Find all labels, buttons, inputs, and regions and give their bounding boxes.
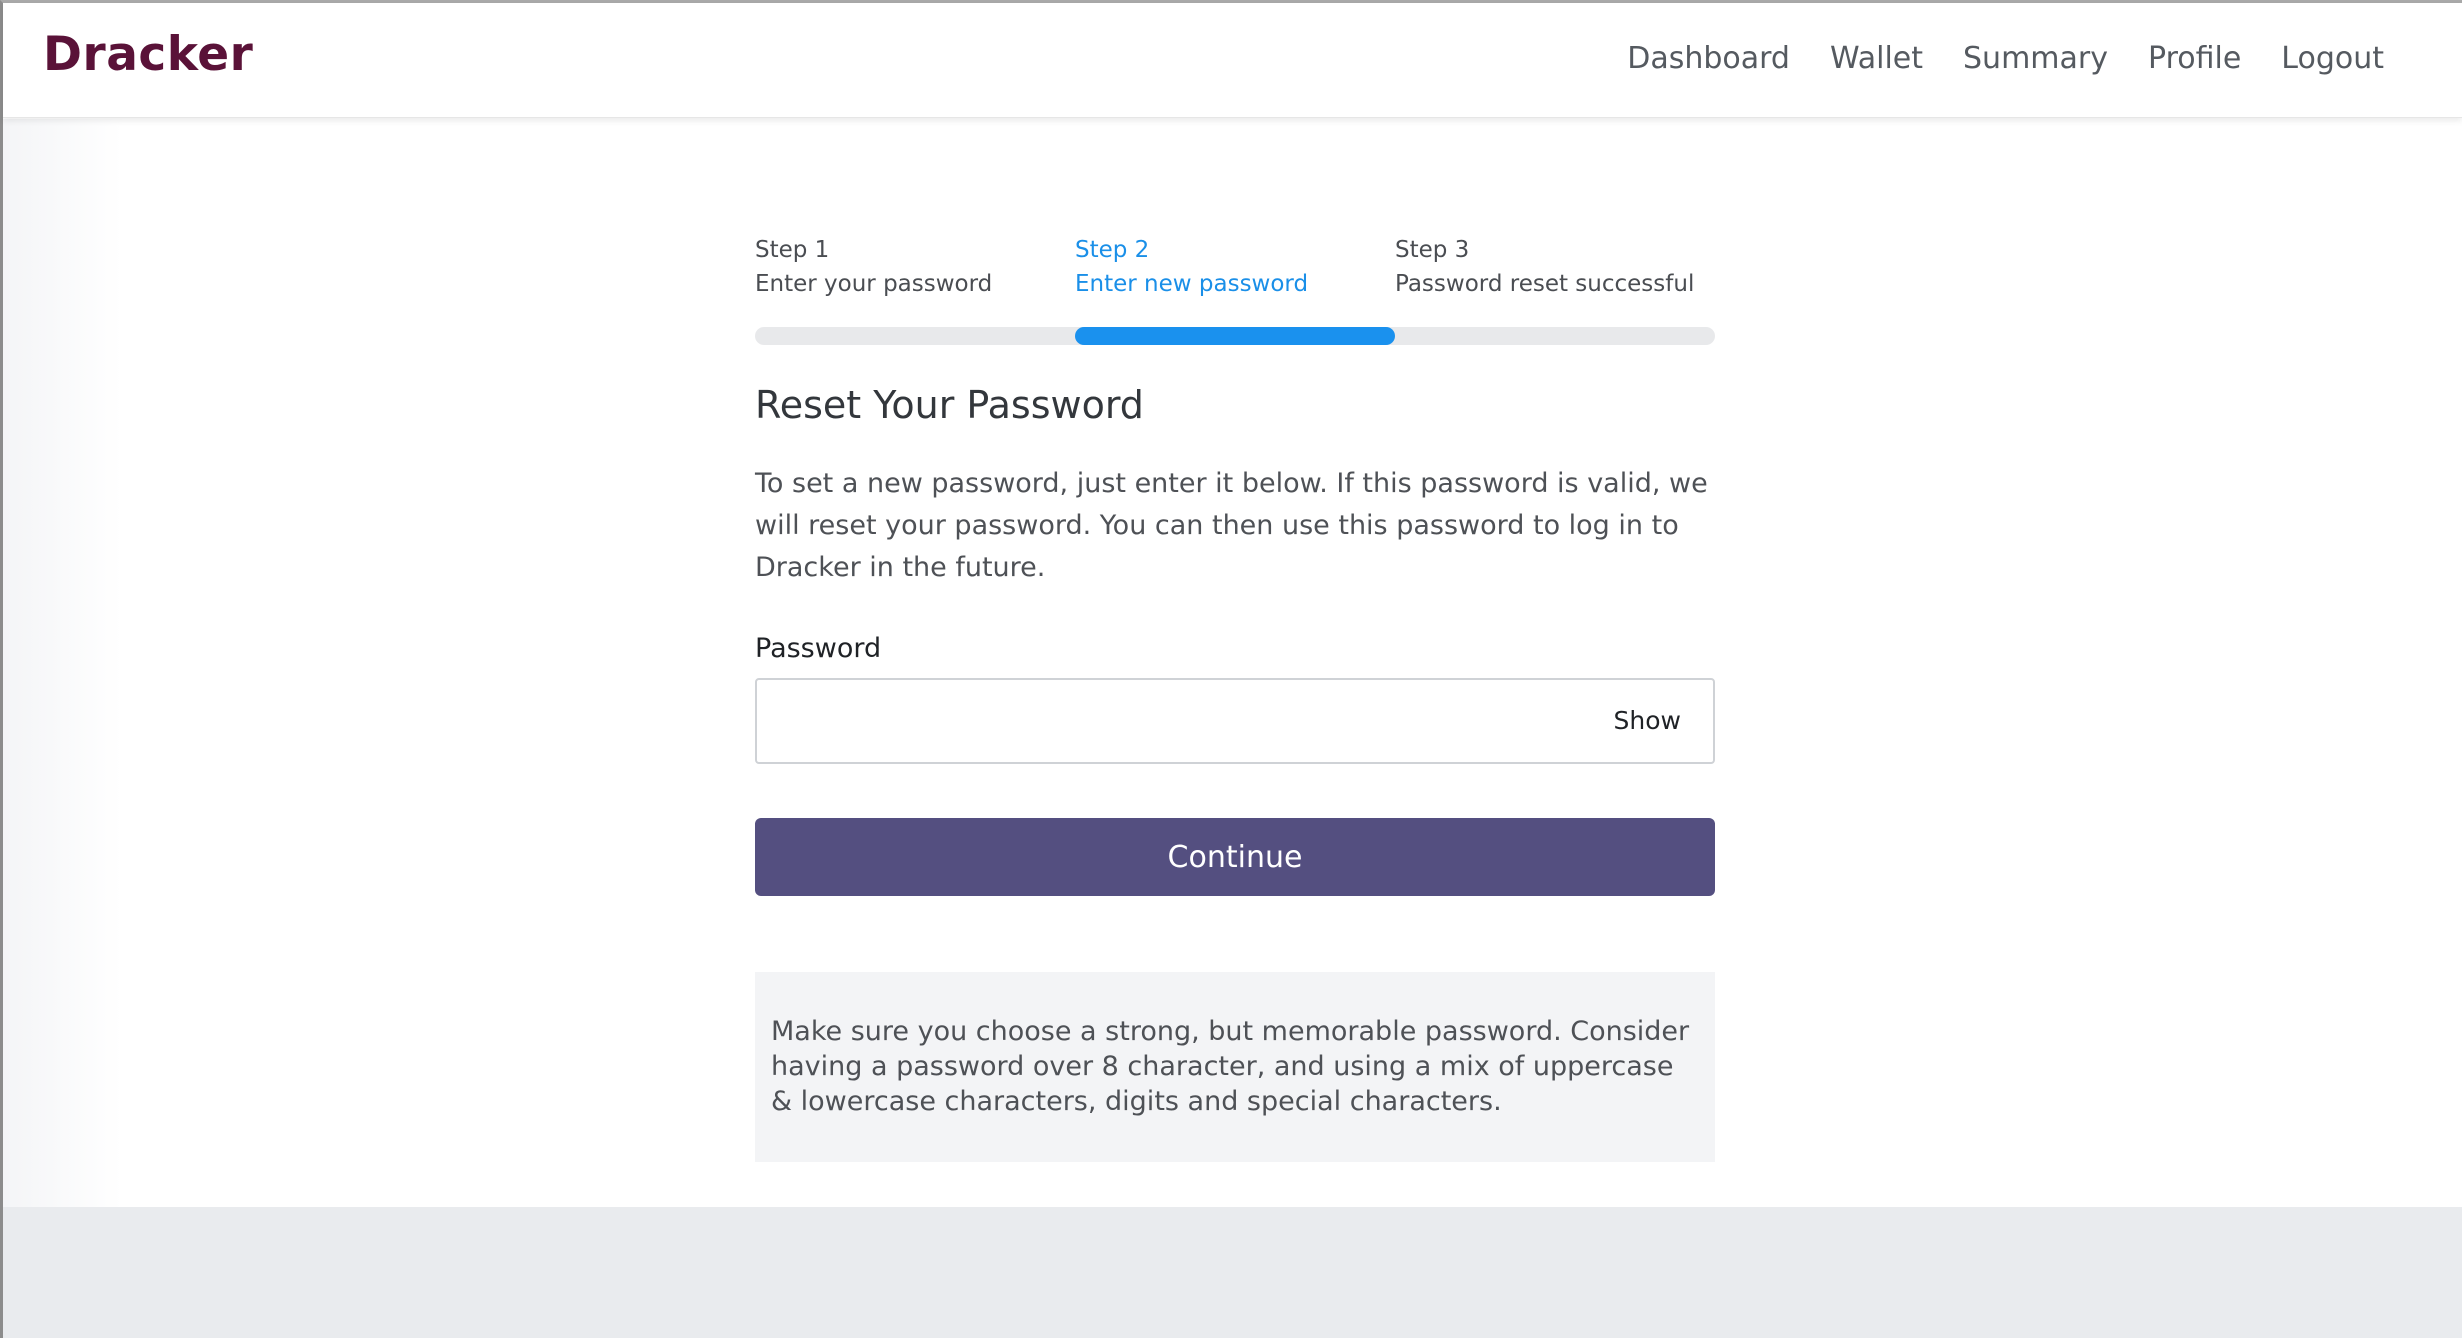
step-1-number: Step 1 [755,237,830,263]
step-1-label: Enter your password [755,271,993,297]
step-3-label: Password reset successful [1395,271,1695,297]
password-field-wrapper: Show [755,678,1715,764]
password-input[interactable] [757,680,1577,762]
step-2-number: Step 2 [1075,237,1150,263]
password-label: Password [755,633,882,664]
nav-wallet[interactable]: Wallet [1830,41,1923,76]
step-indicator: Step 1 Enter your password Step 2 Enter … [755,233,1715,301]
footer [3,1207,2462,1338]
step-progress-bar [755,327,1715,345]
top-navbar: Dracker Dashboard Wallet Summary Profile… [3,3,2462,118]
side-shade [3,119,123,1209]
nav-menu: Dashboard Wallet Summary Profile Logout [1627,41,2384,76]
nav-profile[interactable]: Profile [2148,41,2241,76]
page-title: Reset Your Password [755,383,1144,427]
nav-dashboard[interactable]: Dashboard [1627,41,1790,76]
app-window: Dracker Dashboard Wallet Summary Profile… [0,0,2462,1338]
page-description: To set a new password, just enter it bel… [755,468,1708,583]
step-2: Step 2 Enter new password [1075,233,1395,301]
nav-logout[interactable]: Logout [2281,41,2384,76]
step-2-label: Enter new password [1075,271,1309,297]
step-3-number: Step 3 [1395,237,1470,263]
step-3: Step 3 Password reset successful [1395,233,1715,301]
show-password-toggle[interactable]: Show [1614,706,1681,735]
reset-password-card: Step 1 Enter your password Step 2 Enter … [755,233,1715,1162]
nav-summary[interactable]: Summary [1963,41,2108,76]
brand-logo[interactable]: Dracker [43,27,253,82]
continue-button[interactable]: Continue [755,818,1715,896]
step-1: Step 1 Enter your password [755,233,1075,301]
password-tip: Make sure you choose a strong, but memor… [755,972,1715,1162]
step-progress-fill [1075,327,1395,345]
